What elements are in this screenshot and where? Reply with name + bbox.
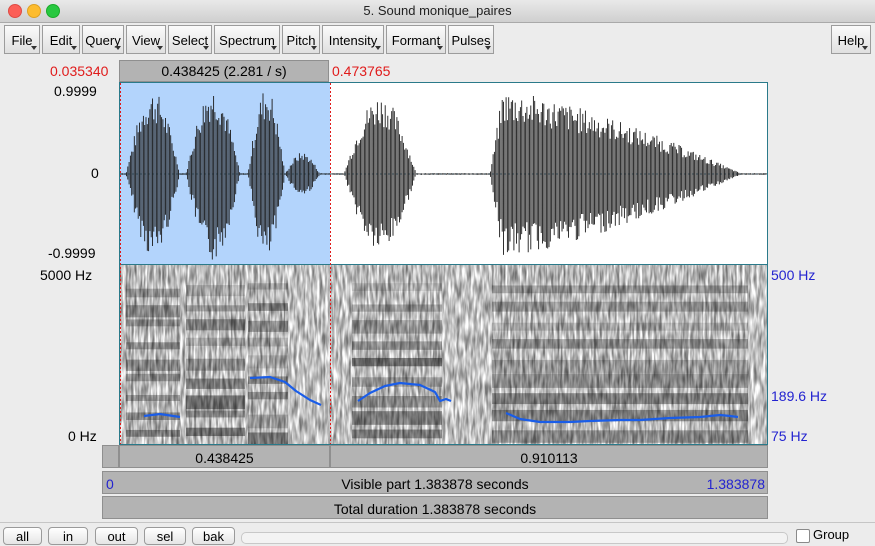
selection-end-time: 0.473765	[332, 63, 391, 79]
group-label: Group	[813, 527, 850, 542]
menu-intensity[interactable]: Intensity	[322, 25, 384, 54]
segment-before-selection[interactable]	[102, 445, 119, 468]
group-checkbox[interactable]	[796, 529, 810, 543]
menu-bar: File Edit Query View Select Spectrum Pit…	[0, 23, 875, 57]
horizontal-scrollbar[interactable]	[241, 532, 788, 544]
menu-query[interactable]: Query	[82, 25, 124, 54]
menu-edit[interactable]: Edit	[42, 25, 80, 54]
menu-spectrum[interactable]: Spectrum	[214, 25, 280, 54]
spectrogram-freq-max-label: 5000 Hz	[40, 267, 93, 283]
zoom-all-button[interactable]: all	[3, 527, 42, 545]
signal-display	[120, 83, 767, 444]
waveform-ymax-label: 0.9999	[54, 83, 97, 99]
spectrogram-panel	[120, 265, 767, 444]
visible-start-label: 0	[106, 476, 114, 492]
pitch-mid-label: 189.6 Hz	[771, 388, 828, 404]
menu-file[interactable]: File	[4, 25, 40, 54]
menu-help[interactable]: Help	[831, 25, 871, 54]
visible-part-bar[interactable]: 0 Visible part 1.383878 seconds 1.383878	[102, 471, 768, 494]
selection-duration-bar[interactable]: 0.438425 (2.281 / s)	[119, 60, 329, 82]
menu-view[interactable]: View	[126, 25, 166, 54]
menu-formant[interactable]: Formant	[386, 25, 446, 54]
zoom-selection-button[interactable]: sel	[144, 527, 186, 545]
menu-pulses[interactable]: Pulses	[448, 25, 494, 54]
zoom-in-button[interactable]: in	[48, 527, 88, 545]
pitch-max-label: 500 Hz	[771, 267, 816, 283]
menu-pitch[interactable]: Pitch	[282, 25, 320, 54]
waveform-panel	[120, 83, 767, 265]
segment-selection[interactable]: 0.438425	[119, 445, 330, 468]
visible-end-label: 1.383878	[706, 476, 765, 492]
waveform-zero-label: 0	[91, 165, 99, 181]
waveform-ymin-label: -0.9999	[48, 245, 96, 261]
sound-editor-canvas[interactable]	[119, 82, 768, 445]
title-bar: 5. Sound monique_paires	[0, 0, 875, 23]
spectrogram-freq-min-label: 0 Hz	[68, 428, 97, 444]
window-title: 5. Sound monique_paires	[363, 3, 512, 18]
visible-part-label: Visible part 1.383878 seconds	[341, 476, 529, 492]
pitch-min-label: 75 Hz	[771, 428, 808, 444]
zoom-out-button[interactable]: out	[95, 527, 138, 545]
menu-select[interactable]: Select	[168, 25, 212, 54]
total-duration-bar[interactable]: Total duration 1.383878 seconds	[102, 496, 768, 519]
bottom-toolbar: all in out sel bak Group	[0, 522, 875, 546]
selection-start-time: 0.035340	[50, 63, 109, 79]
zoom-back-button[interactable]: bak	[192, 527, 235, 545]
segment-after-selection[interactable]: 0.910113	[330, 445, 768, 468]
